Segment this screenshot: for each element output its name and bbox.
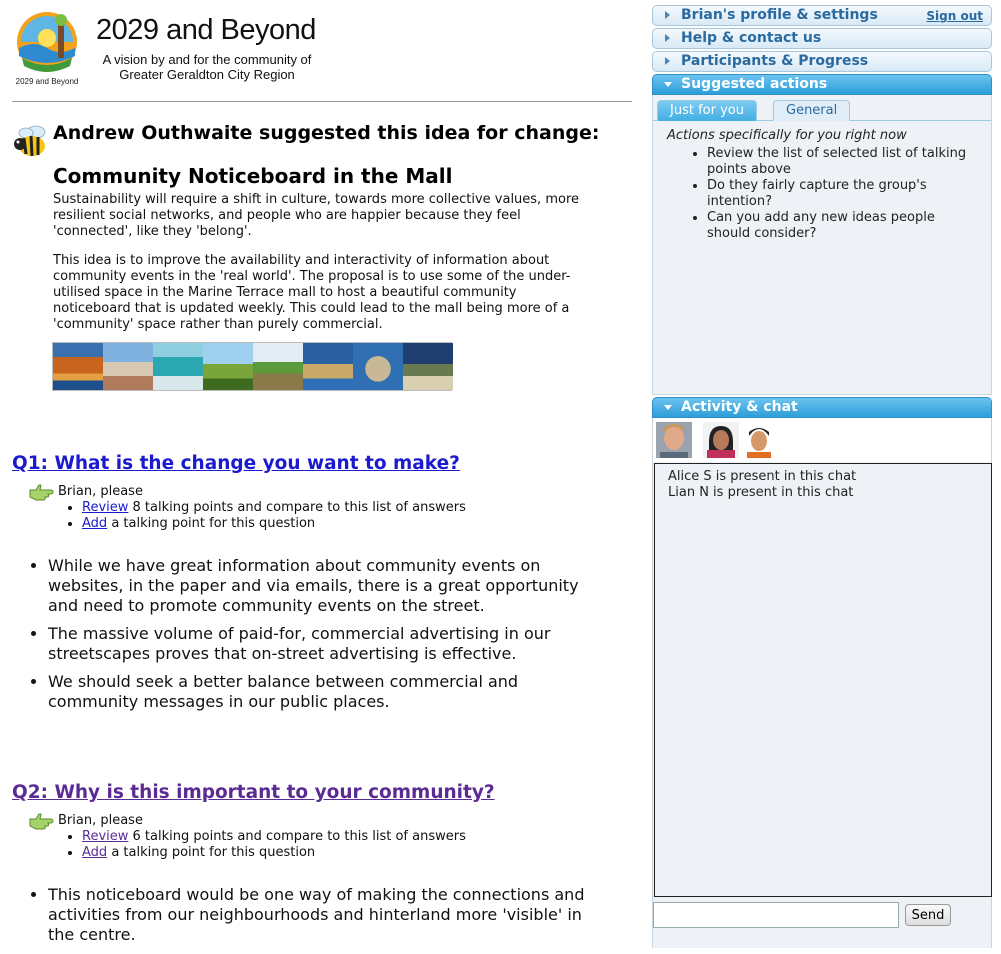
tab-general[interactable]: General	[773, 100, 851, 121]
add-text: a talking point for this question	[111, 845, 316, 860]
question-2-heading[interactable]: Q2: Why is this important to your commun…	[12, 782, 495, 803]
profile-settings-label: Brian's profile & settings	[681, 7, 878, 23]
chevron-right-icon	[665, 34, 670, 42]
sidebar: Brian's profile & settings Sign out Help…	[652, 4, 992, 948]
add-text: a talking point for this question	[111, 516, 316, 531]
prompt-action-add: Add a talking point for this question	[82, 516, 466, 532]
idea-title: Community Noticeboard in the Mall	[53, 164, 453, 188]
help-contact-bar[interactable]: Help & contact us	[652, 28, 992, 49]
activity-chat-label: Activity & chat	[681, 399, 798, 415]
suggested-actions-panel: Just for you General Actions specificall…	[652, 95, 992, 395]
site-logo[interactable]: 2029 and Beyond	[14, 8, 80, 88]
idea-description: Sustainability will require a shift in c…	[53, 192, 579, 239]
prompt-actions: Review 6 talking points and compare to t…	[64, 829, 466, 861]
chat-message: Lian N is present in this chat	[668, 485, 854, 500]
prompt-actions: Review 8 talking points and compare to t…	[64, 500, 466, 532]
pointing-hand-icon	[29, 484, 54, 501]
participant-avatars	[652, 418, 992, 462]
action-item: Do they fairly capture the group's inten…	[707, 178, 981, 210]
avatar[interactable]	[703, 422, 739, 458]
participants-progress-bar[interactable]: Participants & Progress	[652, 51, 992, 72]
prompt-lead: Brian, please	[58, 484, 143, 499]
add-link[interactable]: Add	[82, 516, 107, 531]
logo-caption: 2029 and Beyond	[16, 77, 79, 86]
photo-thumbnail[interactable]	[253, 343, 303, 390]
question-2-answers: This noticeboard would be one way of mak…	[30, 885, 590, 953]
help-contact-label: Help & contact us	[681, 30, 822, 46]
review-text: 6 talking points and compare to this lis…	[132, 829, 466, 844]
action-item: Review the list of selected list of talk…	[707, 146, 981, 178]
site-title: 2029 and Beyond	[96, 14, 316, 46]
photo-thumbnail[interactable]	[353, 343, 403, 390]
chevron-right-icon	[665, 57, 670, 65]
sign-out-link[interactable]: Sign out	[926, 9, 983, 23]
actions-heading: Actions specifically for you right now	[667, 128, 907, 143]
avatar[interactable]	[741, 422, 777, 458]
answer-item: This noticeboard would be one way of mak…	[48, 885, 590, 945]
main-content: 2029 and Beyond 2029 and Beyond A vision…	[0, 0, 640, 954]
site-header: 2029 and Beyond 2029 and Beyond A vision…	[12, 6, 632, 102]
review-text: 8 talking points and compare to this lis…	[132, 500, 466, 515]
suggested-actions-bar[interactable]: Suggested actions	[652, 74, 992, 95]
chat-panel: Alice S is present in this chat Lian N i…	[652, 462, 992, 948]
chat-input[interactable]	[653, 902, 899, 928]
answer-item: While we have great information about co…	[48, 556, 590, 616]
photo-thumbnail[interactable]	[53, 343, 103, 390]
photo-thumbnail[interactable]	[203, 343, 253, 390]
question-1-heading[interactable]: Q1: What is the change you want to make?	[12, 453, 460, 474]
chat-log: Alice S is present in this chat Lian N i…	[654, 463, 992, 897]
action-item: Can you add any new ideas people should …	[707, 210, 981, 242]
prompt-lead: Brian, please	[58, 813, 143, 828]
photo-strip	[52, 342, 453, 391]
photo-thumbnail[interactable]	[403, 343, 453, 390]
tab-just-for-you[interactable]: Just for you	[657, 100, 757, 121]
question-1-answers: While we have great information about co…	[30, 556, 590, 720]
chevron-right-icon	[665, 11, 670, 19]
chevron-down-icon	[664, 82, 672, 87]
bee-icon	[14, 125, 46, 157]
actions-tabs: Just for you General	[653, 95, 991, 121]
photo-thumbnail[interactable]	[153, 343, 203, 390]
activity-chat-bar[interactable]: Activity & chat	[652, 397, 992, 418]
review-link[interactable]: Review	[82, 500, 128, 515]
avatar[interactable]	[656, 422, 692, 458]
photo-thumbnail[interactable]	[303, 343, 353, 390]
participants-progress-label: Participants & Progress	[681, 53, 869, 69]
actions-list: Review the list of selected list of talk…	[691, 146, 981, 242]
prompt-action-add: Add a talking point for this question	[82, 845, 466, 861]
add-link[interactable]: Add	[82, 845, 107, 860]
profile-settings-bar[interactable]: Brian's profile & settings Sign out	[652, 5, 992, 26]
send-button[interactable]: Send	[905, 904, 951, 926]
suggested-actions-label: Suggested actions	[681, 76, 828, 92]
answer-item: We should seek a better balance between …	[48, 672, 590, 712]
review-link[interactable]: Review	[82, 829, 128, 844]
chevron-down-icon	[664, 405, 672, 410]
chat-message: Alice S is present in this chat	[668, 469, 857, 484]
idea-description: This idea is to improve the availability…	[53, 253, 571, 332]
prompt-action-review: Review 8 talking points and compare to t…	[82, 500, 466, 516]
photo-thumbnail[interactable]	[103, 343, 153, 390]
idea-heading: Andrew Outhwaite suggested this idea for…	[53, 122, 600, 144]
pointing-hand-icon	[29, 813, 54, 830]
prompt-action-review: Review 6 talking points and compare to t…	[82, 829, 466, 845]
site-tagline: A vision by and for the community of Gre…	[102, 52, 312, 82]
answer-item: The massive volume of paid-for, commerci…	[48, 624, 590, 664]
